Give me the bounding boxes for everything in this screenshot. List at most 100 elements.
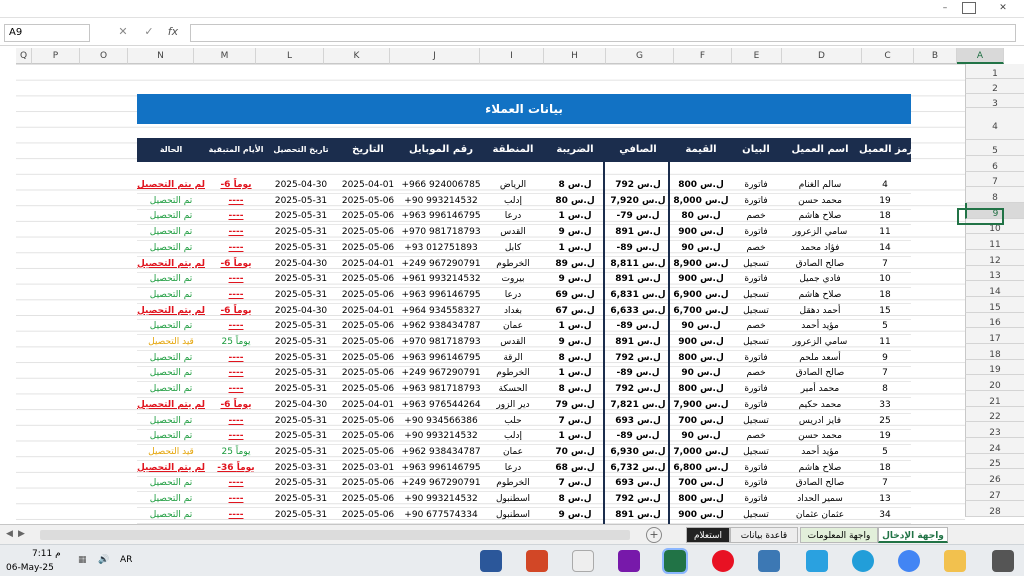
table-cell[interactable]: 1 ل.س	[545, 319, 605, 334]
table-cell[interactable]: 13	[859, 492, 911, 507]
row-header-7[interactable]: 7	[965, 172, 1024, 187]
table-cell[interactable]: +962 938434787	[401, 319, 481, 334]
table-cell[interactable]: 2025-05-06	[335, 225, 401, 240]
row-header-3[interactable]: 3	[965, 94, 1024, 109]
table-cell[interactable]: فايز ادريس	[781, 414, 859, 429]
table-cell[interactable]: 2025-03-31	[267, 461, 335, 476]
table-cell[interactable]: 792 ل.س	[605, 351, 671, 366]
table-cell[interactable]: 8,000 ل.س	[671, 194, 731, 209]
table-cell[interactable]: 67 ل.س	[545, 304, 605, 319]
table-row[interactable]: تم التحصيل ---- 2025-05-31 2025-05-06 +93 01…	[137, 241, 911, 257]
table-cell[interactable]: 2025-05-31	[267, 209, 335, 224]
column-header-L[interactable]: L	[256, 48, 324, 64]
status-cell[interactable]: تم التحصيل	[137, 194, 205, 209]
table-cell[interactable]: 2025-05-31	[267, 429, 335, 444]
table-cell[interactable]: عمان	[481, 445, 545, 460]
table-row[interactable]: تم التحصيل ---- 2025-05-31 2025-05-06 +963 9…	[137, 351, 911, 367]
table-cell[interactable]: 80 ل.س	[671, 209, 731, 224]
table-cell[interactable]: 2025-04-01	[335, 304, 401, 319]
table-cell[interactable]: فاتورة	[731, 398, 781, 413]
table-cell[interactable]: 1 ل.س	[545, 209, 605, 224]
table-row[interactable]: تم التحصيل ---- 2025-05-31 2025-05-06 +963 9…	[137, 382, 911, 399]
row-header-11[interactable]: 11	[965, 234, 1024, 250]
table-cell[interactable]: 6,930 ل.س	[605, 445, 671, 460]
days-remaining-cell[interactable]: ----	[205, 429, 267, 444]
table-cell[interactable]: 8 ل.س	[545, 178, 605, 193]
table-cell[interactable]: 2025-05-31	[267, 194, 335, 209]
network-icon[interactable]: ▦	[78, 555, 87, 565]
table-cell[interactable]: 2025-05-06	[335, 508, 401, 523]
table-cell[interactable]: 891 ل.س	[605, 225, 671, 240]
table-cell[interactable]: +963 996146795	[401, 351, 481, 366]
table-row[interactable]: تم التحصيل ---- 2025-05-31 2025-05-06 +90 99…	[137, 194, 911, 210]
status-cell[interactable]: تم التحصيل	[137, 492, 205, 507]
table-cell[interactable]: تسجيل	[731, 445, 781, 460]
table-cell[interactable]: اسطنبول	[481, 508, 545, 523]
word-icon[interactable]	[480, 550, 502, 572]
row-header-27[interactable]: 27	[965, 485, 1024, 501]
table-cell[interactable]: 693 ل.س	[605, 414, 671, 429]
table-cell[interactable]: 900 ل.س	[671, 335, 731, 350]
table-row[interactable]: تم التحصيل ---- 2025-05-31 2025-05-06 +249 9…	[137, 366, 911, 383]
table-cell[interactable]: +963 981718793	[401, 382, 481, 397]
status-cell[interactable]: تم التحصيل	[137, 366, 205, 381]
table-cell[interactable]: 700 ل.س	[671, 414, 731, 429]
column-header-A[interactable]: A	[957, 48, 1004, 64]
table-row[interactable]: لم يتم التحصيل -6 يوماً 2025-04-30 2025-04-…	[137, 257, 911, 273]
column-header-H[interactable]: H	[544, 48, 606, 64]
days-remaining-cell[interactable]: ----	[205, 351, 267, 366]
table-cell[interactable]: 2025-05-06	[335, 194, 401, 209]
table-cell[interactable]: سالم الغنام	[781, 178, 859, 193]
column-header-G[interactable]: G	[606, 48, 674, 64]
table-cell[interactable]: 90 ل.س	[671, 241, 731, 256]
table-cell[interactable]: 11	[859, 335, 911, 350]
table-row[interactable]: تم التحصيل ---- 2025-05-31 2025-05-06 +90 67…	[137, 508, 911, 524]
table-cell[interactable]: 2025-05-06	[335, 429, 401, 444]
table-cell[interactable]: صلاح هاشم	[781, 288, 859, 303]
status-cell[interactable]: تم التحصيل	[137, 414, 205, 429]
onenote-icon[interactable]	[618, 550, 640, 572]
table-cell[interactable]: 9 ل.س	[545, 272, 605, 287]
table-cell[interactable]: 15	[859, 304, 911, 319]
table-cell[interactable]: 2025-05-06	[335, 476, 401, 491]
status-cell[interactable]: تم التحصيل	[137, 476, 205, 491]
table-cell[interactable]: 80 ل.س	[545, 194, 605, 209]
column-header-I[interactable]: I	[480, 48, 544, 64]
table-cell[interactable]: -79 ل.س	[605, 209, 671, 224]
row-header-16[interactable]: 16	[965, 313, 1024, 328]
row-header-19[interactable]: 19	[965, 360, 1024, 375]
days-remaining-cell[interactable]: ----	[205, 492, 267, 507]
table-cell[interactable]: 14	[859, 241, 911, 256]
table-cell[interactable]: الرياض	[481, 178, 545, 193]
status-cell[interactable]: لم يتم التحصيل	[137, 304, 205, 319]
table-cell[interactable]: +963 996146795	[401, 209, 481, 224]
table-cell[interactable]: 8 ل.س	[545, 492, 605, 507]
table-cell[interactable]: درعا	[481, 288, 545, 303]
row-header-1[interactable]: 1	[965, 64, 1024, 79]
table-cell[interactable]: 2025-05-31	[267, 351, 335, 366]
cancel-icon[interactable]: ✕	[116, 25, 130, 41]
table-cell[interactable]: 7	[859, 257, 911, 272]
status-cell[interactable]: تم التحصيل	[137, 508, 205, 523]
table-cell[interactable]: 6,700 ل.س	[671, 304, 731, 319]
row-header-18[interactable]: 18	[965, 344, 1024, 360]
start-icon[interactable]	[992, 550, 1014, 572]
table-cell[interactable]: 2025-05-31	[267, 508, 335, 523]
table-cell[interactable]: أحمد دهقل	[781, 304, 859, 319]
table-cell[interactable]: اسطنبول	[481, 492, 545, 507]
table-cell[interactable]: +963 976544264	[401, 398, 481, 413]
table-cell[interactable]: سامي الزعرور	[781, 335, 859, 350]
row-header-22[interactable]: 22	[965, 407, 1024, 422]
table-cell[interactable]: 2025-04-30	[267, 178, 335, 193]
table-cell[interactable]: +963 996146795	[401, 461, 481, 476]
table-cell[interactable]: فاتورة	[731, 476, 781, 491]
table-cell[interactable]: فاتورة	[731, 461, 781, 476]
table-cell[interactable]: 7 ل.س	[545, 476, 605, 491]
table-cell[interactable]: 7,920 ل.س	[605, 194, 671, 209]
days-remaining-cell[interactable]: ----	[205, 366, 267, 381]
table-cell[interactable]: درعا	[481, 461, 545, 476]
table-cell[interactable]: 68 ل.س	[545, 461, 605, 476]
status-cell[interactable]: تم التحصيل	[137, 272, 205, 287]
table-cell[interactable]: 25	[859, 414, 911, 429]
table-cell[interactable]: 2025-05-06	[335, 445, 401, 460]
